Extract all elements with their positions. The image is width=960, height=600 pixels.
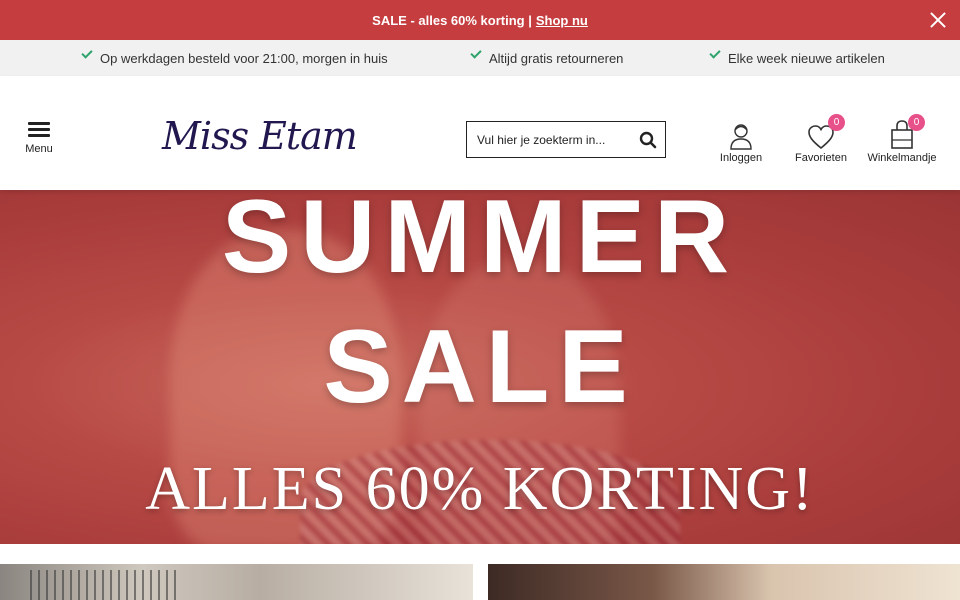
cart-count-badge: 0 [908,114,925,131]
logo-text: Miss Etam [162,114,358,158]
hero-banner[interactable]: SUMMER SALE ALLES 60% KORTING! [0,190,960,544]
hamburger-icon [28,120,50,137]
site-header: Menu Miss Etam Inloggen 0 Favorieten [0,76,960,190]
tile-image-detail [30,570,180,600]
usp-text: Elke week nieuwe artikelen [728,50,885,66]
promo-text: SALE - alles 60% korting | [372,12,532,28]
menu-button[interactable]: Menu [22,120,56,155]
shop-now-link[interactable]: Shop nu [536,13,588,28]
login-button[interactable]: Inloggen [716,120,766,164]
search-box [466,121,666,158]
usp-text: Altijd gratis retourneren [489,50,624,66]
login-label: Inloggen [719,152,763,164]
search-input[interactable] [467,122,632,157]
favorites-button[interactable]: 0 Favorieten [793,114,849,164]
user-icon [730,124,752,150]
hero-subtitle: ALLES 60% KORTING! [145,455,815,523]
check-icon [80,48,92,60]
category-tile-right[interactable] [488,564,960,600]
check-icon [708,48,720,60]
cart-label: Winkelmandje [867,152,937,164]
usp-text: Op werkdagen besteld voor 21:00, morgen … [100,50,388,66]
logo[interactable]: Miss Etam [160,114,370,162]
usp-item-returns: Altijd gratis retourneren [469,40,623,76]
search-icon[interactable] [639,131,657,149]
hero-title-sale: SALE [323,309,637,425]
usp-item-new-articles: Elke week nieuwe artikelen [708,40,885,76]
cart-button[interactable]: 0 Winkelmandje [866,114,938,164]
favorites-count-badge: 0 [828,114,845,131]
promo-bar: SALE - alles 60% korting | Shop nu [0,0,960,40]
close-icon[interactable] [928,10,948,30]
usp-bar: Op werkdagen besteld voor 21:00, morgen … [0,40,960,76]
check-icon [469,48,481,60]
menu-label: Menu [25,143,53,155]
category-tile-left[interactable] [0,564,473,600]
favorites-label: Favorieten [795,152,847,164]
hero-title-summer: SUMMER [221,190,739,295]
usp-item-delivery: Op werkdagen besteld voor 21:00, morgen … [80,40,388,76]
